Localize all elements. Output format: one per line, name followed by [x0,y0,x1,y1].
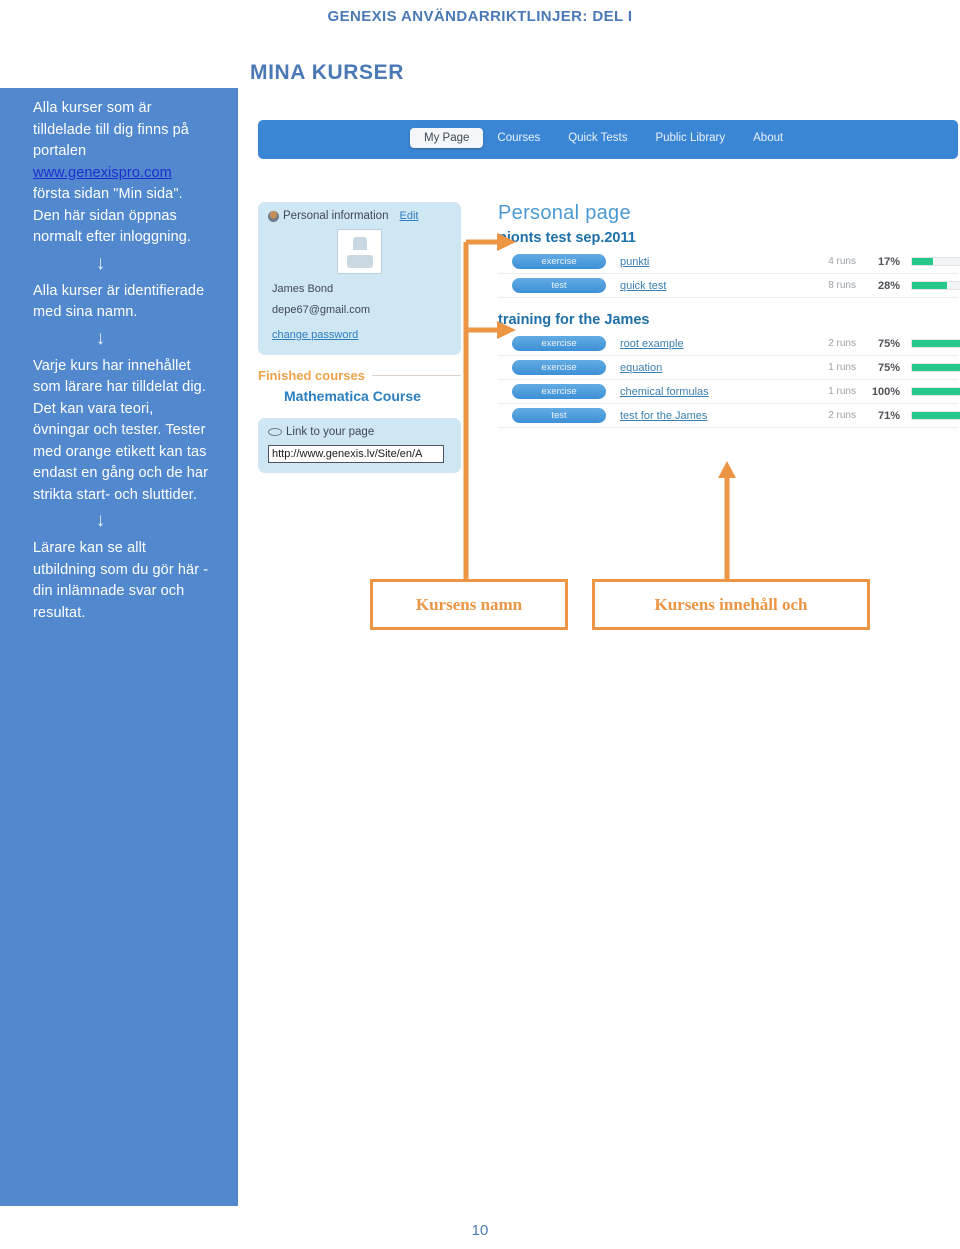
item-type-badge: exercise [512,384,606,399]
avatar [337,229,382,274]
item-runs: 2 runs [828,338,856,349]
user-name: James Bond [272,283,334,295]
sidebar-paragraph-1-after: första sidan "Min sida". Den här sidan ö… [33,186,192,245]
item-percent: 28% [877,279,900,292]
personal-information-title: Personal information [283,210,389,222]
tab-quick-tests[interactable]: Quick Tests [554,128,641,148]
link-to-your-page-panel: Link to your page http://www.genexis.lv/… [258,418,461,473]
item-percent: 100% [871,385,900,398]
edit-link[interactable]: Edit [399,210,418,222]
table-row[interactable]: exercise root example 2 runs 75% [498,332,960,356]
item-runs: 8 runs [828,280,856,291]
item-runs: 4 runs [828,256,856,267]
divider [371,375,461,376]
progress-bar [911,281,960,290]
genexispro-link[interactable]: www.genexispro.com [33,165,172,181]
item-task-link[interactable]: root example [620,338,810,350]
course-item-list-2: exercise root example 2 runs 75% exercis… [498,332,960,428]
sidebar-paragraph-4: Lärare kan se allt utbildning som du gör… [33,540,209,621]
user-icon [268,210,279,222]
page-number: 10 [471,1222,489,1239]
table-row[interactable]: exercise punkti 4 runs 17% [498,250,960,274]
callout-kursens-innehall: Kursens innehåll och [592,579,870,630]
course-title-training[interactable]: training for the James [498,312,958,328]
table-row[interactable]: test test for the James 2 runs 71% [498,404,960,428]
avatar-body-shape [346,255,373,268]
item-task-link[interactable]: chemical formulas [620,386,810,398]
item-task-link[interactable]: quick test [620,280,810,292]
progress-bar-fill [912,412,960,419]
progress-bar-fill [912,340,960,347]
down-arrow-icon: ↓ [95,252,106,274]
table-row[interactable]: test quick test 8 runs 28% [498,274,960,298]
progress-bar [911,363,960,372]
progress-bar-fill [912,282,947,289]
user-email: depe67@gmail.com [272,304,370,316]
personal-information-panel: Personal information Edit James Bond dep… [258,202,461,355]
app-navbar: My Page Courses Quick Tests Public Libra… [258,120,958,159]
progress-bar [911,411,960,420]
tab-about[interactable]: About [739,128,797,148]
sidebar-paragraph-1-before: Alla kurser som är tilldelade till dig f… [33,100,189,159]
tab-courses[interactable]: Courses [483,128,554,148]
item-runs: 1 runs [828,386,856,397]
tab-my-page[interactable]: My Page [410,128,484,148]
link-panel-header: Link to your page [268,426,451,438]
item-percent: 75% [877,361,900,374]
item-type-badge: exercise [512,360,606,375]
item-task-link[interactable]: punkti [620,256,810,268]
link-icon [268,428,282,436]
item-task-link[interactable]: test for the James [620,410,810,422]
sidebar-paragraph-2: Alla kurser är identifierade med sina na… [33,282,205,321]
item-percent: 71% [877,409,900,422]
sidebar-content: Alla kurser som är tilldelade till dig f… [0,88,238,624]
item-task-link[interactable]: equation [620,362,810,374]
finished-course-name[interactable]: Mathematica Course [284,388,461,404]
callout-kursens-namn: Kursens namn [370,579,568,630]
application-screenshot: My Page Courses Quick Tests Public Libra… [258,120,960,473]
finished-courses-header: Finished courses [258,368,461,383]
item-runs: 2 runs [828,410,856,421]
sidebar-paragraph-1: Alla kurser som är tilldelade till dig f… [33,98,210,249]
progress-bar-fill [912,364,960,371]
progress-bar-fill [912,258,934,265]
item-runs: 1 runs [828,362,856,373]
item-percent: 75% [877,337,900,350]
document-header-title: GENEXIS ANVÄNDARRIKTLINJER: DEL I [327,8,633,25]
down-arrow-icon: ↓ [95,510,106,531]
progress-bar [911,387,960,396]
app-left-column: Personal information Edit James Bond dep… [258,202,461,473]
progress-bar-fill [912,388,960,395]
personal-page-title: Personal page [498,202,631,224]
change-password-link[interactable]: change password [272,329,358,341]
course-title-pionts[interactable]: pionts test sep.2011 [498,230,958,246]
page-url-input[interactable]: http://www.genexis.lv/Site/en/A [268,445,444,463]
progress-bar [911,339,960,348]
item-type-badge: exercise [512,336,606,351]
sidebar-panel: Alla kurser som är tilldelade till dig f… [0,88,238,1206]
item-type-badge: test [512,408,606,423]
item-percent: 17% [877,255,900,268]
app-right-column: Personal page pionts test sep.2011 exerc… [498,202,960,428]
item-type-badge: exercise [512,254,606,269]
sidebar-paragraph-3: Varje kurs har innehållet som lärare har… [33,357,209,503]
avatar-head-shape [352,237,367,250]
table-row[interactable]: exercise chemical formulas 1 runs 100% [498,380,960,404]
course-item-list-1: exercise punkti 4 runs 17% test quick te… [498,250,960,298]
down-arrow-icon: ↓ [95,327,106,349]
page-title: MINA KURSER [250,61,404,84]
app-nav-tabs: My Page Courses Quick Tests Public Libra… [410,128,797,148]
personal-information-header: Personal information Edit [268,210,451,222]
progress-bar [911,257,960,266]
tab-public-library[interactable]: Public Library [641,128,739,148]
finished-courses-title: Finished courses [258,368,365,383]
link-panel-title: Link to your page [286,426,375,438]
item-type-badge: test [512,278,606,293]
table-row[interactable]: exercise equation 1 runs 75% [498,356,960,380]
